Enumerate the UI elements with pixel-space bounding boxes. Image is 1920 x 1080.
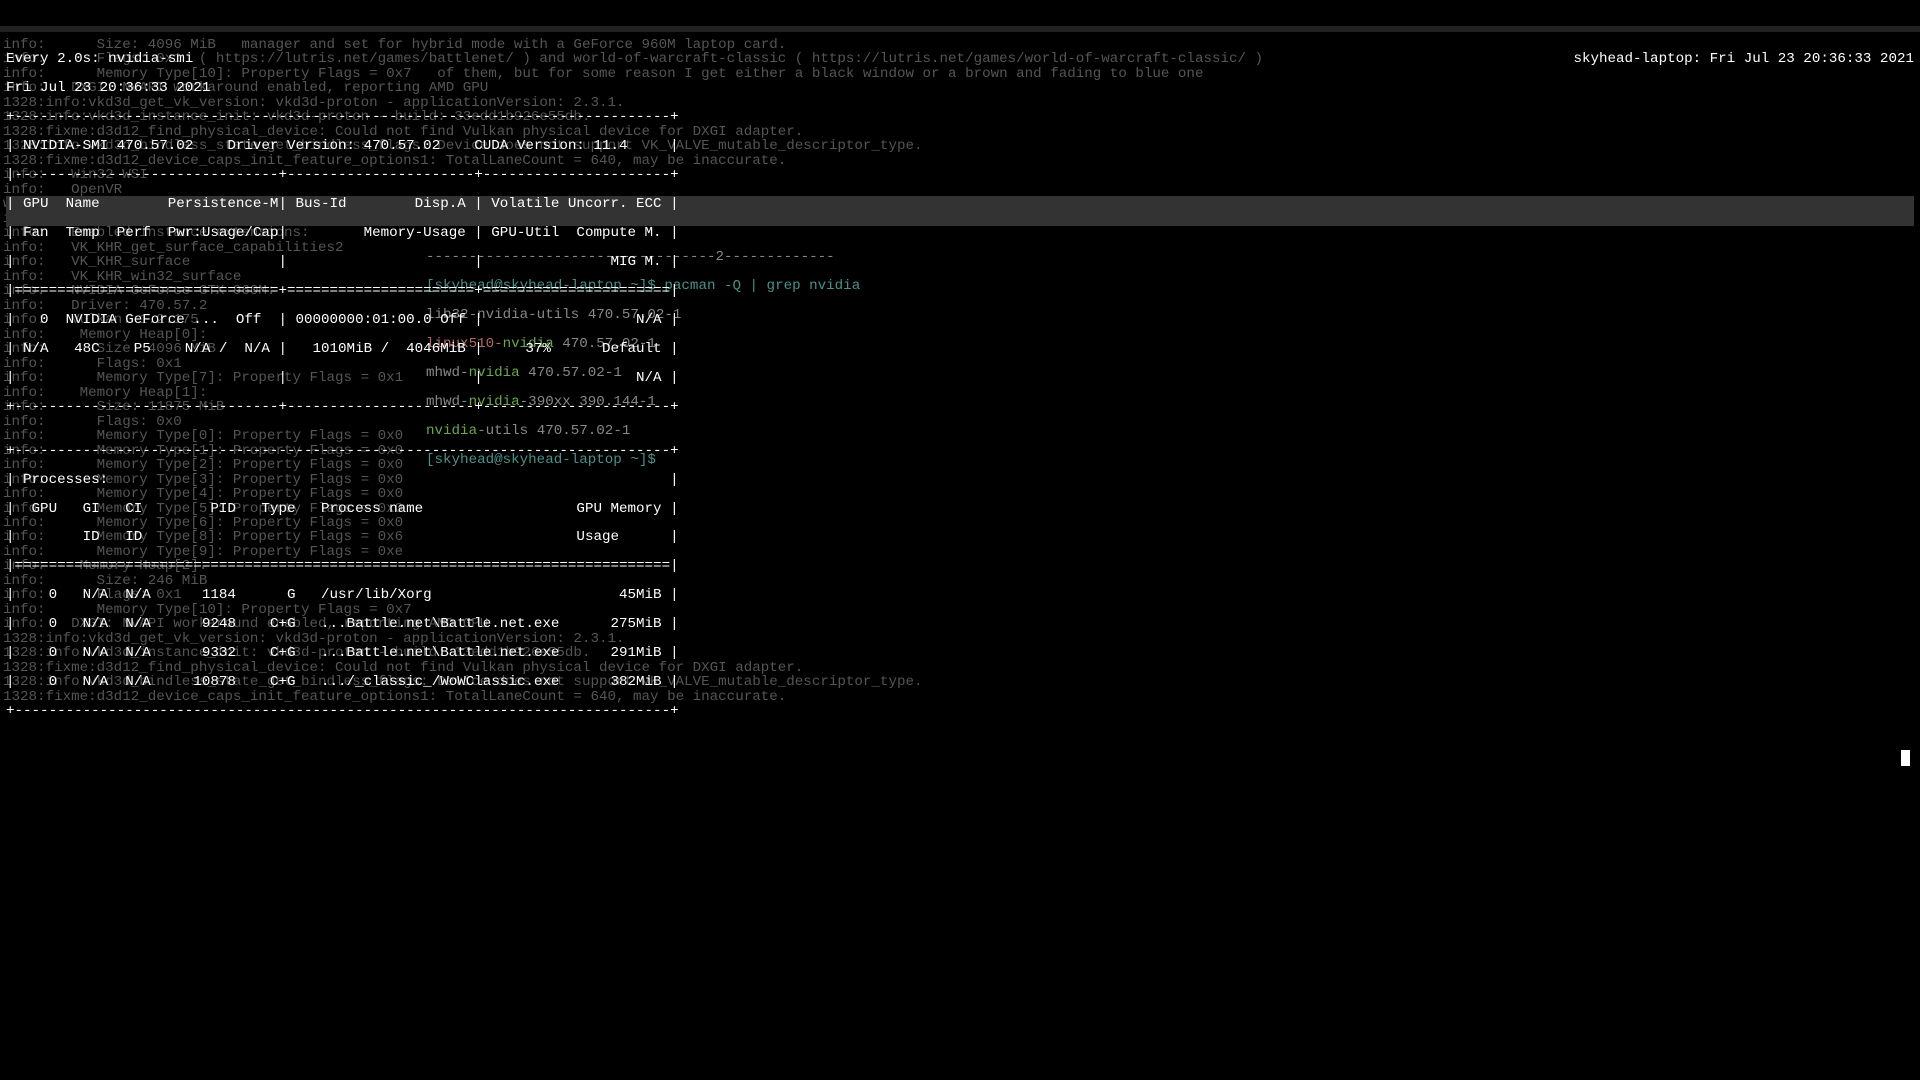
terminal-tab-bar[interactable] xyxy=(0,26,1920,32)
smi-border: +---------------------------------------… xyxy=(6,110,1914,124)
smi-border: |-------------------------------+-------… xyxy=(6,168,1914,182)
smi-border: |===============================+=======… xyxy=(6,284,1914,298)
watch-terminal-pane[interactable]: Every 2.0s: nvidia-smi skyhead-laptop: Fr… xyxy=(6,38,1914,733)
smi-gpu-row: | 0 NVIDIA GeForce ... Off | 00000000:01… xyxy=(6,313,1914,327)
smi-process-row: | 0 N/A N/A 1184 G /usr/lib/Xorg 45MiB | xyxy=(6,588,1914,602)
smi-border: +---------------------------------------… xyxy=(6,704,1914,718)
watch-host-time: skyhead-laptop: Fri Jul 23 20:36:33 2021 xyxy=(1573,52,1914,66)
watch-header: Every 2.0s: nvidia-smi skyhead-laptop: Fr… xyxy=(6,52,1914,66)
cursor-block-icon xyxy=(1901,750,1910,766)
smi-processes-cols: | GPU GI CI PID Type Process name GPU Me… xyxy=(6,502,1914,516)
smi-header-row: | | | MIG M. | xyxy=(6,255,1914,269)
smi-gpu-row: | | | N/A | xyxy=(6,371,1914,385)
smi-header-row: | GPU Name Persistence-M| Bus-Id Disp.A … xyxy=(6,197,1914,211)
smi-processes-header: | Processes: | xyxy=(6,473,1914,487)
smi-process-row: | 0 N/A N/A 10878 C+G .../_classic_/WoWC… xyxy=(6,675,1914,689)
smi-gpu-row: | N/A 48C P5 N/A / N/A | 1010MiB / 4046M… xyxy=(6,342,1914,356)
smi-header-row: | Fan Temp Perf Pwr:Usage/Cap| Memory-Us… xyxy=(6,226,1914,240)
smi-processes-cols: | ID ID Usage | xyxy=(6,530,1914,544)
watch-cmd: Every 2.0s: nvidia-smi xyxy=(6,52,193,66)
watch-date: Fri Jul 23 20:36:33 2021 xyxy=(6,81,1914,95)
smi-border: +---------------------------------------… xyxy=(6,444,1914,458)
smi-version-row: | NVIDIA-SMI 470.57.02 Driver Version: 4… xyxy=(6,139,1914,153)
smi-process-row: | 0 N/A N/A 9332 C+G ...Battle.net\Battl… xyxy=(6,646,1914,660)
smi-border: |=======================================… xyxy=(6,559,1914,573)
smi-border: +-------------------------------+-------… xyxy=(6,400,1914,414)
smi-process-row: | 0 N/A N/A 9248 C+G ...Battle.net\Battl… xyxy=(6,617,1914,631)
